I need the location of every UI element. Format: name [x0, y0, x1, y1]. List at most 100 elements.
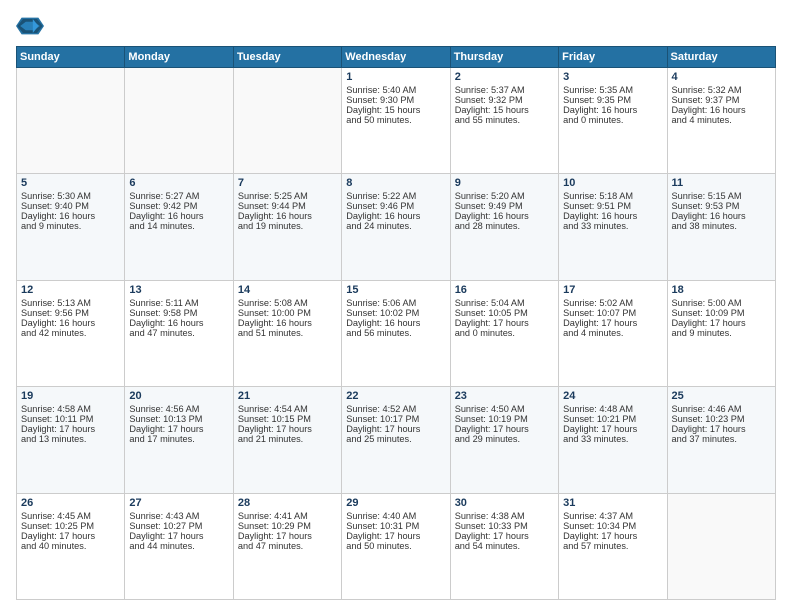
- day-number: 7: [238, 177, 337, 189]
- day-number: 4: [672, 71, 771, 83]
- day-info: Sunset: 9:37 PM: [672, 95, 771, 105]
- day-info: Sunset: 10:21 PM: [563, 414, 662, 424]
- day-info: Sunrise: 5:08 AM: [238, 298, 337, 308]
- day-info: Daylight: 15 hours: [455, 105, 554, 115]
- day-info: and 25 minutes.: [346, 434, 445, 444]
- day-number: 1: [346, 71, 445, 83]
- day-info: Sunset: 9:56 PM: [21, 308, 120, 318]
- day-info: Daylight: 16 hours: [238, 318, 337, 328]
- day-info: and 9 minutes.: [21, 221, 120, 231]
- day-info: Sunrise: 4:37 AM: [563, 511, 662, 521]
- day-info: Sunset: 10:17 PM: [346, 414, 445, 424]
- day-number: 27: [129, 497, 228, 509]
- day-info: and 4 minutes.: [672, 115, 771, 125]
- day-info: Sunset: 9:42 PM: [129, 201, 228, 211]
- day-info: Sunrise: 5:06 AM: [346, 298, 445, 308]
- calendar-header-wednesday: Wednesday: [342, 47, 450, 68]
- day-number: 18: [672, 284, 771, 296]
- day-info: Sunrise: 4:50 AM: [455, 404, 554, 414]
- day-info: Daylight: 17 hours: [455, 531, 554, 541]
- day-number: 17: [563, 284, 662, 296]
- day-info: and 21 minutes.: [238, 434, 337, 444]
- calendar-week-4: 26Sunrise: 4:45 AMSunset: 10:25 PMDaylig…: [17, 493, 776, 599]
- calendar-cell: 30Sunrise: 4:38 AMSunset: 10:33 PMDaylig…: [450, 493, 558, 599]
- day-info: Sunrise: 5:20 AM: [455, 191, 554, 201]
- day-info: and 19 minutes.: [238, 221, 337, 231]
- day-info: Sunrise: 4:56 AM: [129, 404, 228, 414]
- day-info: Sunset: 9:58 PM: [129, 308, 228, 318]
- calendar-header-saturday: Saturday: [667, 47, 775, 68]
- day-info: Daylight: 16 hours: [129, 211, 228, 221]
- day-info: and 33 minutes.: [563, 221, 662, 231]
- day-info: Daylight: 16 hours: [238, 211, 337, 221]
- day-number: 21: [238, 390, 337, 402]
- day-number: 12: [21, 284, 120, 296]
- day-info: Sunrise: 5:02 AM: [563, 298, 662, 308]
- day-info: Daylight: 17 hours: [346, 424, 445, 434]
- day-number: 31: [563, 497, 662, 509]
- calendar-cell: 6Sunrise: 5:27 AMSunset: 9:42 PMDaylight…: [125, 174, 233, 280]
- day-info: Sunset: 10:23 PM: [672, 414, 771, 424]
- day-info: Sunrise: 5:27 AM: [129, 191, 228, 201]
- calendar-cell: 3Sunrise: 5:35 AMSunset: 9:35 PMDaylight…: [559, 68, 667, 174]
- calendar-cell: [667, 493, 775, 599]
- day-info: Sunrise: 5:15 AM: [672, 191, 771, 201]
- calendar-cell: [233, 68, 341, 174]
- day-info: and 47 minutes.: [238, 541, 337, 551]
- calendar-cell: 14Sunrise: 5:08 AMSunset: 10:00 PMDaylig…: [233, 280, 341, 386]
- day-info: Daylight: 17 hours: [563, 424, 662, 434]
- day-info: Sunset: 10:34 PM: [563, 521, 662, 531]
- day-info: Sunrise: 4:40 AM: [346, 511, 445, 521]
- day-info: Sunrise: 5:30 AM: [21, 191, 120, 201]
- calendar-cell: [17, 68, 125, 174]
- calendar-cell: 8Sunrise: 5:22 AMSunset: 9:46 PMDaylight…: [342, 174, 450, 280]
- day-info: Sunrise: 5:13 AM: [21, 298, 120, 308]
- day-number: 2: [455, 71, 554, 83]
- day-number: 28: [238, 497, 337, 509]
- calendar-cell: 21Sunrise: 4:54 AMSunset: 10:15 PMDaylig…: [233, 387, 341, 493]
- calendar-cell: 5Sunrise: 5:30 AMSunset: 9:40 PMDaylight…: [17, 174, 125, 280]
- day-info: and 38 minutes.: [672, 221, 771, 231]
- day-info: Daylight: 17 hours: [238, 424, 337, 434]
- day-info: Sunrise: 5:35 AM: [563, 85, 662, 95]
- day-info: Sunrise: 4:48 AM: [563, 404, 662, 414]
- calendar-header-thursday: Thursday: [450, 47, 558, 68]
- calendar-cell: 1Sunrise: 5:40 AMSunset: 9:30 PMDaylight…: [342, 68, 450, 174]
- day-info: Daylight: 17 hours: [563, 318, 662, 328]
- day-number: 8: [346, 177, 445, 189]
- day-info: Sunrise: 4:46 AM: [672, 404, 771, 414]
- day-info: Daylight: 17 hours: [129, 531, 228, 541]
- day-number: 9: [455, 177, 554, 189]
- calendar-cell: 29Sunrise: 4:40 AMSunset: 10:31 PMDaylig…: [342, 493, 450, 599]
- calendar-header-sunday: Sunday: [17, 47, 125, 68]
- header: [16, 12, 776, 40]
- day-info: Sunrise: 5:40 AM: [346, 85, 445, 95]
- day-info: Sunset: 10:25 PM: [21, 521, 120, 531]
- day-number: 10: [563, 177, 662, 189]
- calendar-cell: 11Sunrise: 5:15 AMSunset: 9:53 PMDayligh…: [667, 174, 775, 280]
- day-number: 11: [672, 177, 771, 189]
- day-info: and 51 minutes.: [238, 328, 337, 338]
- day-number: 20: [129, 390, 228, 402]
- day-info: and 0 minutes.: [455, 328, 554, 338]
- day-number: 30: [455, 497, 554, 509]
- day-info: Sunrise: 5:11 AM: [129, 298, 228, 308]
- day-number: 14: [238, 284, 337, 296]
- day-info: Daylight: 17 hours: [129, 424, 228, 434]
- day-info: and 13 minutes.: [21, 434, 120, 444]
- calendar-cell: 20Sunrise: 4:56 AMSunset: 10:13 PMDaylig…: [125, 387, 233, 493]
- calendar-week-1: 5Sunrise: 5:30 AMSunset: 9:40 PMDaylight…: [17, 174, 776, 280]
- day-info: Sunset: 10:11 PM: [21, 414, 120, 424]
- calendar-cell: 16Sunrise: 5:04 AMSunset: 10:05 PMDaylig…: [450, 280, 558, 386]
- day-info: Sunrise: 5:37 AM: [455, 85, 554, 95]
- day-info: Sunrise: 5:04 AM: [455, 298, 554, 308]
- day-info: and 0 minutes.: [563, 115, 662, 125]
- day-info: and 57 minutes.: [563, 541, 662, 551]
- day-info: Daylight: 16 hours: [346, 318, 445, 328]
- day-info: Sunrise: 4:45 AM: [21, 511, 120, 521]
- day-info: and 14 minutes.: [129, 221, 228, 231]
- day-info: and 56 minutes.: [346, 328, 445, 338]
- calendar-cell: 13Sunrise: 5:11 AMSunset: 9:58 PMDayligh…: [125, 280, 233, 386]
- day-info: Daylight: 17 hours: [238, 531, 337, 541]
- day-info: Daylight: 16 hours: [346, 211, 445, 221]
